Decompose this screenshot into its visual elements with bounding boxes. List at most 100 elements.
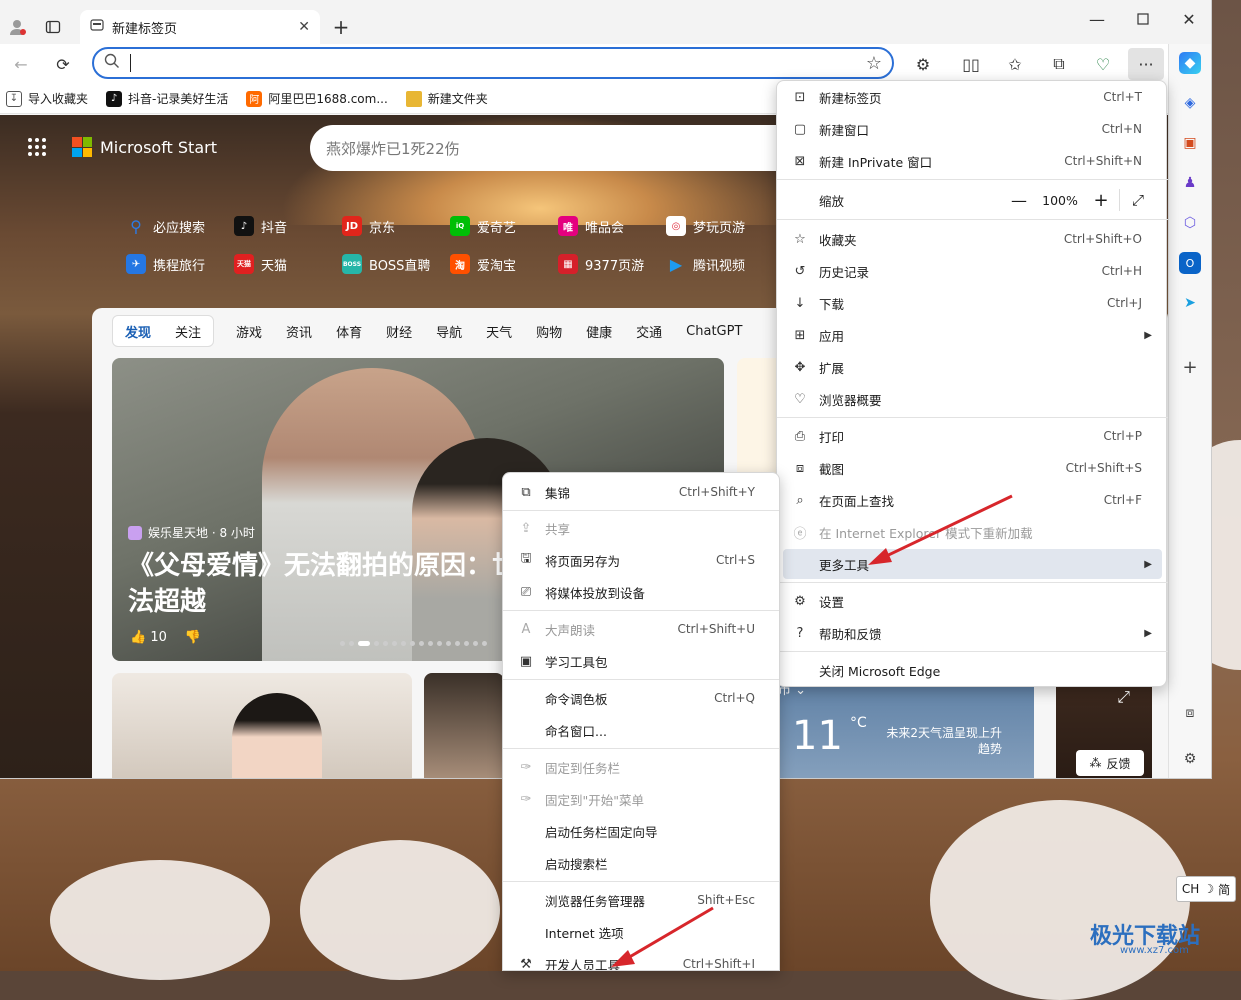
close-icon[interactable]: ✕ — [1174, 4, 1204, 34]
tab-discover[interactable]: 发现 — [113, 316, 163, 346]
menu-search-bar[interactable]: 启动搜索栏 — [509, 848, 775, 878]
menu-history[interactable]: ↺ 历史记录 Ctrl+H — [783, 256, 1162, 286]
sidebar-settings-icon[interactable]: ⚙ — [1179, 748, 1201, 770]
tab-finance[interactable]: 财经 — [374, 316, 424, 346]
tab-navigation[interactable]: 导航 — [424, 316, 474, 346]
tab-sports[interactable]: 体育 — [324, 316, 374, 346]
feedback-button[interactable]: ⁂ 反馈 — [1076, 750, 1144, 776]
quicklink-jd[interactable]: JD 京东 — [342, 215, 450, 237]
menu-browser-essentials[interactable]: ♡ 浏览器概要 — [783, 384, 1162, 414]
quicklink-9377[interactable]: ▦ 9377页游 — [558, 253, 666, 275]
browser-essentials-toolbar-icon[interactable]: ♡ — [1088, 49, 1118, 79]
m365-icon[interactable]: ⬡ — [1179, 212, 1201, 234]
quicklink-mengwan[interactable]: ◎ 梦玩页游 — [666, 215, 774, 237]
menu-close-edge[interactable]: 关闭 Microsoft Edge — [783, 655, 1162, 685]
menu-name-window[interactable]: 命名窗口... — [509, 715, 775, 745]
tab-games[interactable]: 游戏 — [224, 316, 274, 346]
menu-extensions[interactable]: ✥ 扩展 — [783, 352, 1162, 382]
menu-new-window[interactable]: ▢ 新建窗口 Ctrl+N — [783, 114, 1162, 144]
favorite-folder[interactable]: 新建文件夹 — [405, 90, 488, 107]
split-screen-icon[interactable]: ▯▯ — [956, 49, 986, 79]
menu-new-inprivate[interactable]: ⊠ 新建 InPrivate 窗口 Ctrl+Shift+N — [783, 146, 1162, 176]
more-options-icon[interactable]: ··· — [1128, 48, 1164, 80]
tab-weather[interactable]: 天气 — [474, 316, 524, 346]
quicklink-vip[interactable]: 唯唯品会 — [558, 215, 666, 237]
side-card[interactable] — [737, 358, 777, 478]
menu-devtools[interactable]: ⚒ 开发人员工具 Ctrl+Shift+I — [509, 949, 775, 971]
carousel-dots[interactable] — [340, 638, 500, 648]
toolbox-icon[interactable]: ▣ — [1179, 132, 1201, 154]
start-search-input[interactable]: 燕郊爆炸已1死22伤 — [310, 125, 780, 171]
favorite-star-icon[interactable]: ☆ — [866, 53, 882, 74]
menu-internet-options[interactable]: Internet 选项 — [509, 917, 775, 947]
extensions-toolbar-icon[interactable]: ⚙ — [908, 49, 938, 79]
language-indicator[interactable]: CH ☽ 简 — [1176, 876, 1236, 902]
quicklink-ctrip[interactable]: ✈ 携程旅行 — [126, 253, 234, 275]
favorites-toolbar-icon[interactable]: ✩ — [1000, 49, 1030, 79]
new-tab-plus-icon[interactable]: + — [326, 12, 356, 42]
menu-print[interactable]: ⎙ 打印 Ctrl+P — [783, 421, 1162, 451]
quicklink-taobao[interactable]: 淘爱淘宝 — [450, 253, 558, 275]
news-card-girl[interactable] — [112, 673, 412, 778]
like-button[interactable]: 👍 10 — [130, 630, 167, 645]
tab-traffic[interactable]: 交通 — [624, 316, 674, 346]
tab-chatgpt[interactable]: ChatGPT — [674, 316, 754, 346]
tab-health[interactable]: 健康 — [574, 316, 624, 346]
zoom-out-icon[interactable]: — — [1001, 191, 1037, 210]
news-card-necklace[interactable] — [424, 673, 504, 778]
collections-toolbar-icon[interactable]: ⧉ — [1044, 49, 1074, 79]
zoom-in-icon[interactable]: + — [1083, 190, 1119, 211]
menu-more-tools[interactable]: 更多工具 ▶ — [783, 549, 1162, 579]
address-bar[interactable]: ☆ — [92, 47, 894, 79]
minimize-icon[interactable]: — — [1082, 4, 1112, 34]
menu-cast[interactable]: ⎚ 将媒体投放到设备 — [509, 577, 775, 607]
quicklink-tmall[interactable]: 天猫 天猫 — [234, 253, 342, 275]
quicklink-boss[interactable]: BOSS BOSS直聘 — [342, 253, 450, 275]
menu-save-page[interactable]: 🖫 将页面另存为 Ctrl+S — [509, 545, 775, 575]
menu-taskbar-wizard[interactable]: 启动任务栏固定向导 — [509, 816, 775, 846]
back-icon[interactable]: ← — [6, 49, 36, 79]
favorite-douyin[interactable]: ♪ 抖音-记录美好生活 — [106, 90, 228, 107]
quicklink-iqiyi[interactable]: iQ 爱奇艺 — [450, 215, 558, 237]
menu-command-palette[interactable]: 命令调色板 Ctrl+Q — [509, 683, 775, 713]
tab-follow[interactable]: 关注 — [163, 316, 213, 346]
address-input[interactable] — [130, 54, 856, 72]
profile-icon[interactable] — [2, 12, 32, 42]
fullscreen-icon[interactable]: ⤢ — [1120, 191, 1156, 209]
app-launcher-icon[interactable] — [28, 138, 46, 156]
favorite-1688[interactable]: 阿 阿里巴巴1688.com... — [246, 90, 388, 107]
sidebar-screenshot-icon[interactable]: ⧈ — [1179, 702, 1201, 724]
quicklink-bing[interactable]: ⚲ 必应搜索 — [126, 215, 234, 237]
maximize-icon[interactable] — [1128, 4, 1158, 34]
weather-card[interactable]: 市 ⌄ 11 °C 未来2天气温呈现上升趋势 — [772, 673, 1034, 778]
menu-settings[interactable]: ⚙ 设置 — [783, 586, 1162, 616]
menu-help[interactable]: ? 帮助和反馈 ▶ — [783, 618, 1162, 648]
tab-close-icon[interactable]: ✕ — [298, 19, 310, 35]
tag-icon[interactable]: ◈ — [1179, 92, 1201, 114]
menu-favorites[interactable]: ☆ 收藏夹 Ctrl+Shift+O — [783, 224, 1162, 254]
tab-new-tab[interactable]: 新建标签页 ✕ — [80, 10, 320, 44]
menu-screenshot[interactable]: ⧈ 截图 Ctrl+Shift+S — [783, 453, 1162, 483]
tab-news[interactable]: 资讯 — [274, 316, 324, 346]
games-icon[interactable]: ♟ — [1179, 172, 1201, 194]
tab-actions-icon[interactable] — [38, 12, 68, 42]
menu-task-manager[interactable]: 浏览器任务管理器 Shift+Esc — [509, 885, 775, 915]
menu-collections[interactable]: ⧉ 集锦 Ctrl+Shift+Y — [509, 477, 775, 507]
copilot-icon[interactable]: ◆ — [1179, 52, 1201, 74]
menu-shortcut: Ctrl+S — [715, 553, 755, 567]
dislike-icon[interactable]: 👎 — [185, 630, 201, 645]
favorite-import[interactable]: ↧ 导入收藏夹 — [6, 90, 88, 107]
expand-icon[interactable]: ⤢ — [1117, 687, 1130, 707]
add-sidebar-icon[interactable]: + — [1179, 356, 1201, 378]
menu-find[interactable]: ⌕ 在页面上查找 Ctrl+F — [783, 485, 1162, 515]
tab-shopping[interactable]: 购物 — [524, 316, 574, 346]
quicklink-tencent-video[interactable]: ▶ 腾讯视频 — [666, 253, 774, 275]
menu-learning-toolkit[interactable]: ▣ 学习工具包 — [509, 646, 775, 676]
menu-new-tab[interactable]: ⊡ 新建标签页 Ctrl+T — [783, 82, 1162, 112]
menu-apps[interactable]: ⊞ 应用 ▶ — [783, 320, 1162, 350]
quicklink-douyin[interactable]: ♪ 抖音 — [234, 215, 342, 237]
menu-downloads[interactable]: ↓ 下载 Ctrl+J — [783, 288, 1162, 318]
outlook-icon[interactable]: O — [1179, 252, 1201, 274]
send-icon[interactable]: ➤ — [1179, 292, 1201, 314]
refresh-icon[interactable]: ⟳ — [48, 49, 78, 79]
